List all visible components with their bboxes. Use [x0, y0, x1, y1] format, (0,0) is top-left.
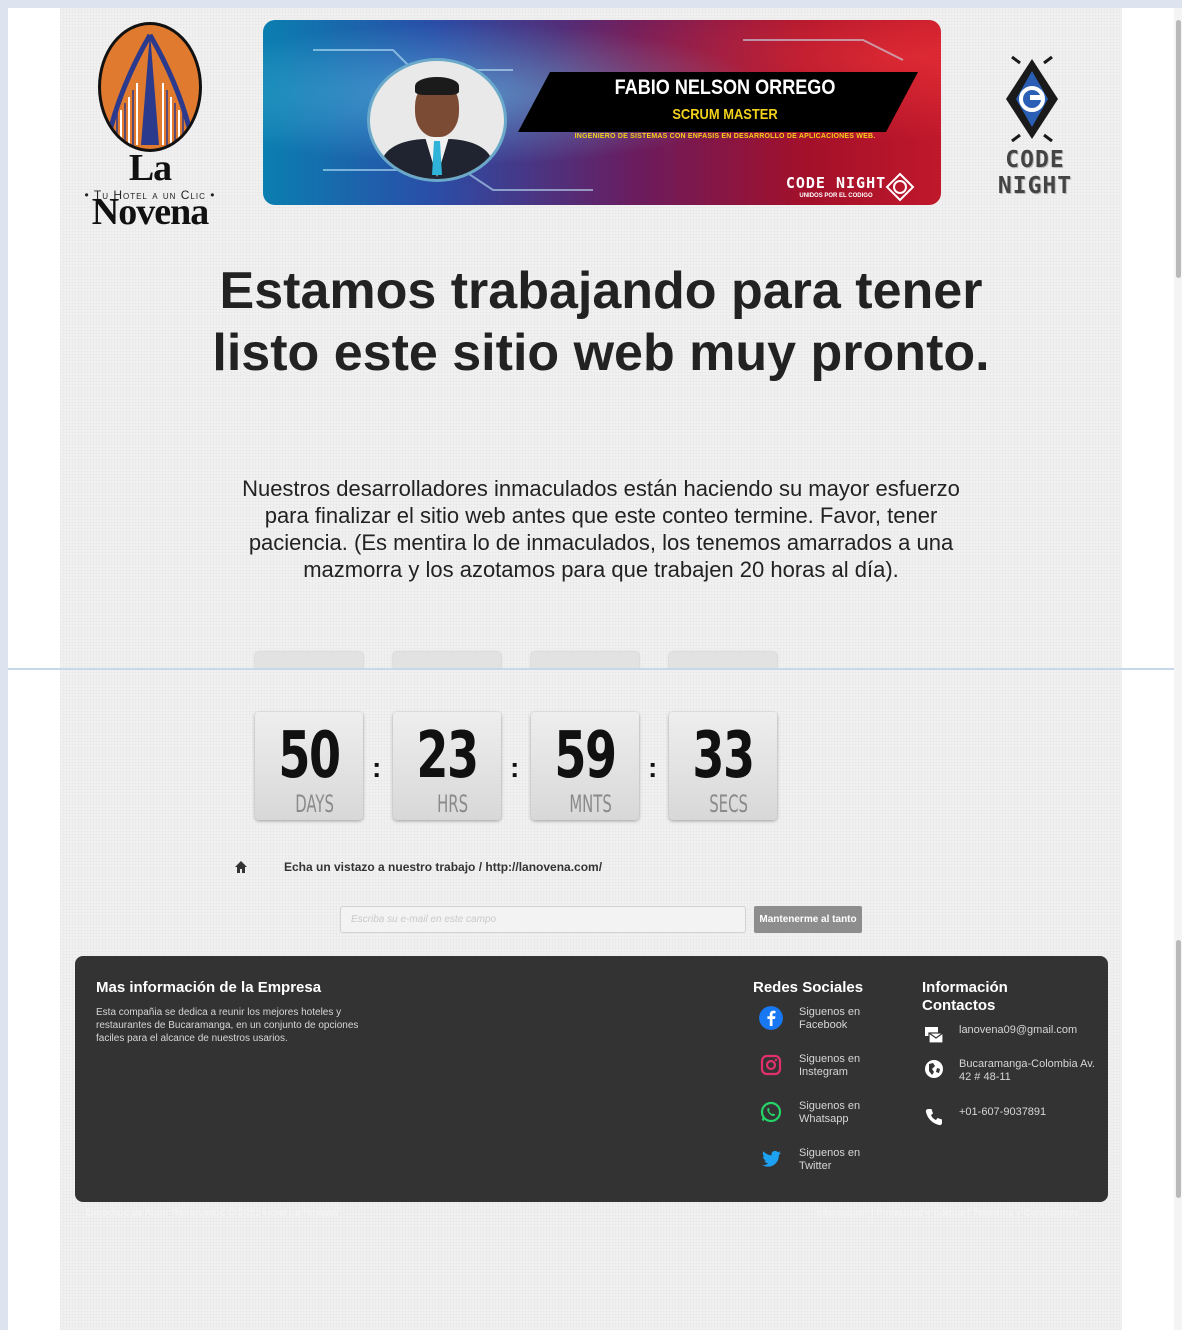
email-input[interactable] [340, 906, 746, 933]
countdown-label: SECS [709, 790, 748, 818]
home-icon[interactable] [234, 860, 248, 874]
social-label: Siguenos en Facebook [799, 1006, 861, 1031]
profile-role: SCRUM MASTER [672, 106, 778, 123]
social-facebook[interactable]: Siguenos en Facebook [759, 1006, 879, 1042]
countdown-separator: : [372, 752, 382, 783]
countdown-seconds: 33 SECS [669, 712, 777, 820]
legal-links[interactable]: Información | Privacidad y politica | Te… [816, 1208, 1079, 1219]
code-night-shield-icon [1006, 55, 1058, 143]
scrollbar-thumb-upper[interactable] [1176, 20, 1181, 278]
banner-brand: CODE NIGHT [785, 174, 887, 192]
intro-text: Nuestros desarrolladores inmaculados est… [242, 476, 960, 582]
instagram-icon [760, 1054, 782, 1076]
globe-icon [925, 1060, 943, 1078]
profile-name: FABIO NELSON ORREGO [614, 76, 836, 99]
countdown-hours: 23 HRS [393, 712, 501, 820]
code-night-text: CODE NIGHT [997, 147, 1073, 199]
phone-icon [925, 1109, 942, 1126]
profile-photo [367, 58, 507, 182]
countdown-separator: : [510, 752, 520, 783]
profile-description: INGENIERO DE SISTEMAS CON ENFASIS EN DES… [574, 133, 876, 140]
copyright-text: Derechos de Autor Reservados © 2021 Hote… [86, 1208, 338, 1219]
whatsapp-icon [760, 1101, 782, 1123]
social-label: Siguenos en Instegram [799, 1053, 861, 1078]
profile-banner: FABIO NELSON ORREGO SCRUM MASTER INGENIE… [263, 20, 941, 205]
contact-email[interactable]: lanovena09@gmail.com [923, 1024, 1103, 1054]
countdown-label: MNTS [569, 790, 612, 818]
brand-tagline-text: Tu Hotel a un Clic [93, 188, 206, 202]
countdown-value: 33 [692, 719, 755, 793]
countdown-separator: : [648, 752, 658, 783]
contact-label: lanovena09@gmail.com [959, 1024, 1078, 1036]
mail-icon [925, 1027, 944, 1044]
contact-phone[interactable]: +01-607-9037891 [923, 1106, 1103, 1136]
contact-label: +01-607-9037891 [959, 1106, 1047, 1118]
facebook-icon [759, 1006, 783, 1030]
top-strip [0, 0, 1182, 8]
countdown-label: DAYS [295, 790, 334, 818]
scrollbar-thumb-lower[interactable] [1176, 940, 1181, 1198]
page-title: Estamos trabajando para tener listo este… [212, 262, 990, 382]
countdown-ghost [393, 652, 501, 668]
social-instagram[interactable]: Siguenos en Instegram [759, 1053, 879, 1089]
social-label: Siguenos en Twitter [799, 1147, 861, 1172]
brand-tagline: • Tu Hotel a un Clic • [84, 188, 216, 202]
social-whatsapp[interactable]: Siguenos en Whatsapp [759, 1100, 879, 1136]
countdown-value: 59 [554, 719, 617, 793]
social-label: Siguenos en Whatsapp [799, 1100, 861, 1125]
company-title: Mas información de la Empresa [96, 979, 322, 996]
contact-label: Bucaramanga-Colombia Av. 42 # 48-11 [959, 1058, 1095, 1083]
la-novena-logo[interactable]: La Novena • Tu Hotel a un Clic • [70, 20, 230, 233]
countdown-days: 50 DAYS [255, 712, 363, 820]
countdown-ghost [531, 652, 639, 668]
countdown-ghost [255, 652, 363, 668]
contact-address: Bucaramanga-Colombia Av. 42 # 48-11 [923, 1058, 1103, 1088]
code-night-emblem-icon [885, 172, 915, 202]
banner-brand-sub: UNIDOS POR EL CODIGO [799, 193, 873, 199]
countdown-ghost [669, 652, 777, 668]
contact-title: Información Contactos [922, 979, 1008, 1014]
bridge-emblem-icon [98, 22, 202, 152]
screenshot-seam [8, 668, 1182, 670]
social-title: Redes Sociales [753, 979, 864, 996]
countdown-value: 50 [278, 719, 341, 793]
footer: Mas información de la Empresa Esta compa… [75, 956, 1108, 1202]
code-night-logo[interactable]: CODE NIGHT [962, 55, 1108, 199]
social-twitter[interactable]: Siguenos en Twitter [759, 1147, 879, 1183]
photo-hair [415, 77, 459, 95]
work-link[interactable]: Echa un vistazo a nuestro trabajo / http… [284, 860, 602, 874]
twitter-icon [762, 1150, 781, 1167]
notify-button[interactable]: Mantenerme al tanto [754, 906, 862, 933]
countdown-minutes: 59 MNTS [531, 712, 639, 820]
company-text: Esta compañia se dedica a reunir los mej… [96, 1007, 359, 1044]
countdown-label: HRS [437, 790, 469, 818]
countdown-value: 23 [416, 719, 479, 793]
